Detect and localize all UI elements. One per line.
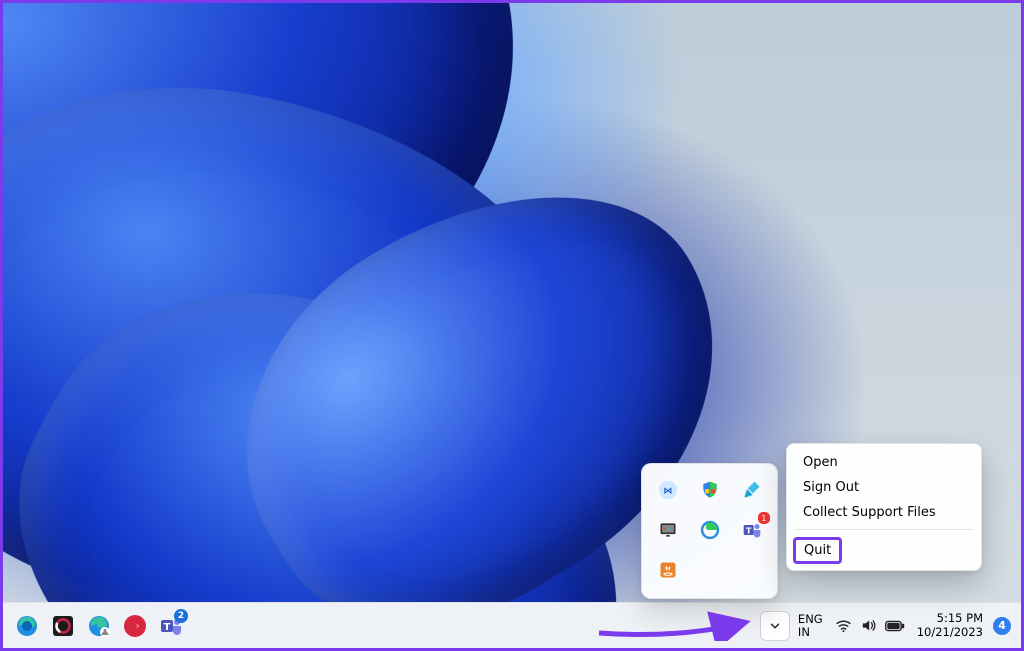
taskbar-clock[interactable]: 5:15 PM 10/21/2023 (915, 612, 985, 638)
badge: 1 (758, 512, 769, 524)
battery-icon (885, 619, 905, 633)
taskbar-red-arrow-app-icon[interactable] (121, 612, 149, 640)
taskbar: T 2 ENG IN 5:15 PM 10/21/2023 4 (3, 602, 1021, 648)
system-icons[interactable] (831, 617, 909, 634)
tray-item-edge-legacy[interactable] (694, 514, 726, 546)
tray-item-security-shield[interactable] (694, 474, 726, 506)
screenshot-frame: ⋈ T 1 (0, 0, 1024, 651)
language-top: ENG (798, 613, 823, 625)
language-indicator[interactable]: ENG IN (796, 613, 825, 637)
svg-text:⋈: ⋈ (663, 486, 672, 497)
chevron-down-icon (768, 619, 782, 633)
clock-date: 10/21/2023 (917, 626, 983, 639)
taskbar-edge-profile-icon[interactable] (85, 612, 113, 640)
tray-overflow-chevron[interactable] (760, 611, 790, 641)
clock-time: 5:15 PM (917, 612, 983, 625)
tray-item-display-calibration[interactable] (652, 514, 684, 546)
wifi-icon (835, 617, 852, 634)
menu-item-sign-out[interactable]: Sign Out (793, 475, 975, 500)
taskbar-edge-icon[interactable] (13, 612, 41, 640)
menu-separator (795, 529, 973, 530)
tray-overflow-grid: ⋈ T 1 (652, 474, 767, 586)
svg-text:T: T (164, 622, 171, 633)
tray-overflow-panel: ⋈ T 1 (641, 463, 778, 599)
notification-count[interactable]: 4 (993, 617, 1011, 635)
tray-context-menu: Open Sign Out Collect Support Files Quit (786, 443, 982, 571)
taskbar-system-area: ENG IN 5:15 PM 10/21/2023 4 (760, 611, 1015, 641)
language-bottom: IN (798, 626, 823, 638)
menu-item-collect-support-files[interactable]: Collect Support Files (793, 500, 975, 525)
tray-item-teams[interactable]: T 1 (736, 514, 768, 546)
tray-item-app-blue-circle[interactable]: ⋈ (652, 474, 684, 506)
menu-item-quit[interactable]: Quit (793, 537, 842, 564)
menu-item-open[interactable]: Open (793, 450, 975, 475)
tray-item-pen-tool[interactable] (736, 474, 768, 506)
taskbar-teams-icon[interactable]: T 2 (157, 612, 185, 640)
tray-item-java-update[interactable] (652, 554, 684, 586)
taskbar-pinned-apps: T 2 (9, 612, 185, 640)
taskbar-circle-app-icon[interactable] (49, 612, 77, 640)
volume-icon (860, 617, 877, 634)
svg-text:T: T (745, 525, 751, 535)
badge: 2 (174, 609, 188, 623)
